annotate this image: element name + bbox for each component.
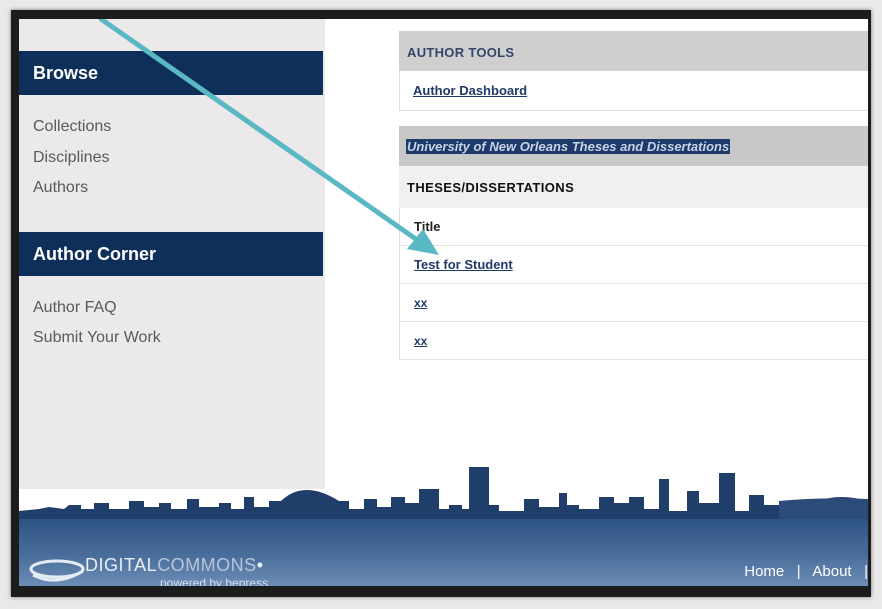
collection-title: University of New Orleans Theses and Dis… bbox=[406, 139, 731, 154]
thesis-link-xx-2[interactable]: xx bbox=[414, 334, 427, 348]
logo-commons-text: COMMONS bbox=[157, 555, 257, 575]
theses-section-heading: THESES/DISSERTATIONS bbox=[399, 166, 868, 208]
city-skyline-graphic bbox=[19, 467, 868, 529]
sidebar: Browse Collections Disciplines Authors A… bbox=[19, 19, 325, 489]
browser-viewport: Browse Collections Disciplines Authors A… bbox=[19, 19, 868, 586]
thesis-link-test-for-student[interactable]: Test for Student bbox=[414, 257, 513, 272]
table-header-row: Title bbox=[399, 208, 868, 246]
logo-digital-text: DIGITAL bbox=[85, 555, 158, 575]
footer-link-about[interactable]: About bbox=[812, 563, 851, 580]
table-row: Test for Student bbox=[399, 246, 868, 284]
table-row: xx bbox=[399, 284, 868, 322]
digital-commons-wordmark: DIGITALCOMMONS• bbox=[85, 555, 264, 576]
footer-separator: | bbox=[796, 563, 801, 580]
sidebar-link-collections[interactable]: Collections bbox=[33, 118, 111, 136]
browse-heading: Browse bbox=[19, 51, 323, 95]
sidebar-link-disciplines[interactable]: Disciplines bbox=[33, 149, 109, 167]
site-footer: DIGITALCOMMONS• powered by bepress Home … bbox=[19, 519, 868, 586]
author-tools-row: Author Dashboard bbox=[399, 71, 868, 111]
logo-mark: • bbox=[256, 555, 264, 575]
author-tools-heading: AUTHOR TOOLS bbox=[399, 31, 868, 71]
collection-header: University of New Orleans Theses and Dis… bbox=[399, 126, 868, 166]
footer-nav: Home | About | bbox=[744, 563, 868, 580]
author-corner-heading: Author Corner bbox=[19, 232, 323, 276]
table-row: xx bbox=[399, 322, 868, 360]
title-column-header: Title bbox=[414, 219, 441, 234]
sidebar-link-author-faq[interactable]: Author FAQ bbox=[33, 299, 117, 317]
thesis-link-xx-1[interactable]: xx bbox=[414, 296, 427, 310]
footer-link-home[interactable]: Home bbox=[744, 563, 784, 580]
author-dashboard-link[interactable]: Author Dashboard bbox=[413, 83, 527, 98]
digital-commons-logo-icon[interactable] bbox=[27, 557, 91, 583]
powered-by-text: powered by bepress bbox=[160, 576, 269, 586]
sidebar-link-submit-your-work[interactable]: Submit Your Work bbox=[33, 329, 161, 347]
footer-separator: | bbox=[864, 563, 868, 580]
sidebar-link-authors[interactable]: Authors bbox=[33, 179, 88, 197]
